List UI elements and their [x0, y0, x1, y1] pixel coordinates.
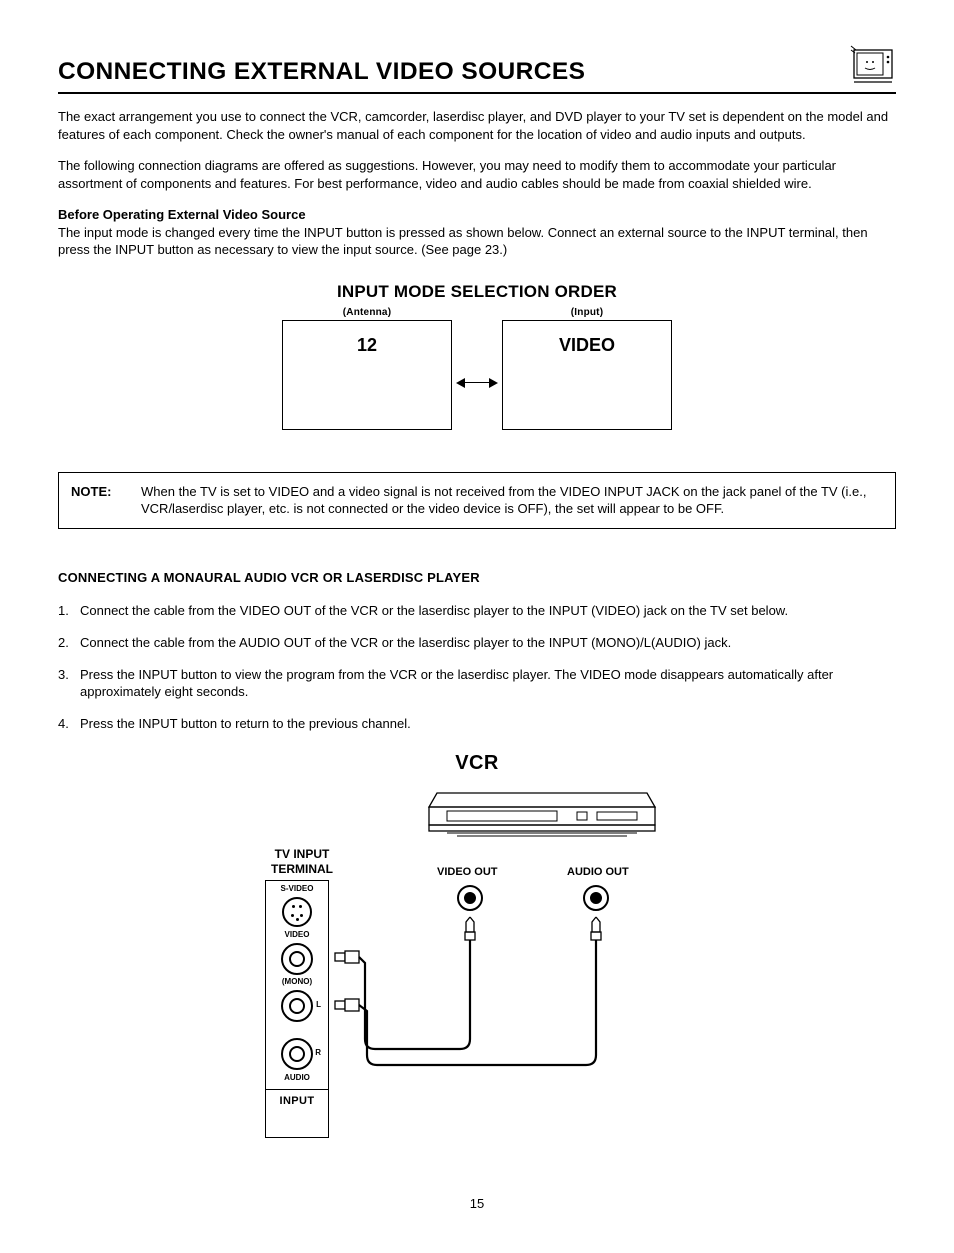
input-mode-diagram: (Antenna) (Input) 12 VIDEO [282, 306, 672, 446]
input-value: VIDEO [503, 321, 671, 357]
antenna-value: 12 [283, 321, 451, 357]
step-text: Press the INPUT button to view the progr… [80, 666, 896, 701]
vcr-connection-diagram: TV INPUT TERMINAL S-VIDEO VIDEO (MONO) L… [257, 785, 697, 1155]
note-box: NOTE: When the TV is set to VIDEO and a … [58, 472, 896, 529]
steps-list: 1.Connect the cable from the VIDEO OUT o… [58, 602, 896, 732]
step-text: Press the INPUT button to return to the … [80, 715, 896, 733]
before-operating-body: The input mode is changed every time the… [58, 225, 868, 258]
input-caption: (Input) [502, 306, 672, 320]
intro-paragraph-1: The exact arrangement you use to connect… [58, 108, 896, 143]
step-text: Connect the cable from the AUDIO OUT of … [80, 634, 896, 652]
antenna-caption: (Antenna) [282, 306, 452, 320]
double-arrow-icon [458, 382, 496, 383]
cable-lines [257, 785, 697, 1155]
step-text: Connect the cable from the VIDEO OUT of … [80, 602, 896, 620]
tv-cartoon-icon [848, 40, 896, 88]
connecting-monaural-heading: CONNECTING A MONAURAL AUDIO VCR OR LASER… [58, 569, 896, 587]
note-label: NOTE: [71, 483, 141, 518]
vcr-title: VCR [58, 750, 896, 777]
step-num: 1. [58, 602, 80, 620]
step-num: 3. [58, 666, 80, 701]
divider [58, 92, 896, 94]
input-mode-title: INPUT MODE SELECTION ORDER [58, 281, 896, 304]
step-num: 4. [58, 715, 80, 733]
intro-paragraph-2: The following connection diagrams are of… [58, 157, 896, 192]
before-operating-heading: Before Operating External Video Source [58, 207, 306, 222]
page-number: 15 [58, 1195, 896, 1213]
note-body: When the TV is set to VIDEO and a video … [141, 483, 883, 518]
step-num: 2. [58, 634, 80, 652]
page-title: CONNECTING EXTERNAL VIDEO SOURCES [58, 55, 585, 88]
